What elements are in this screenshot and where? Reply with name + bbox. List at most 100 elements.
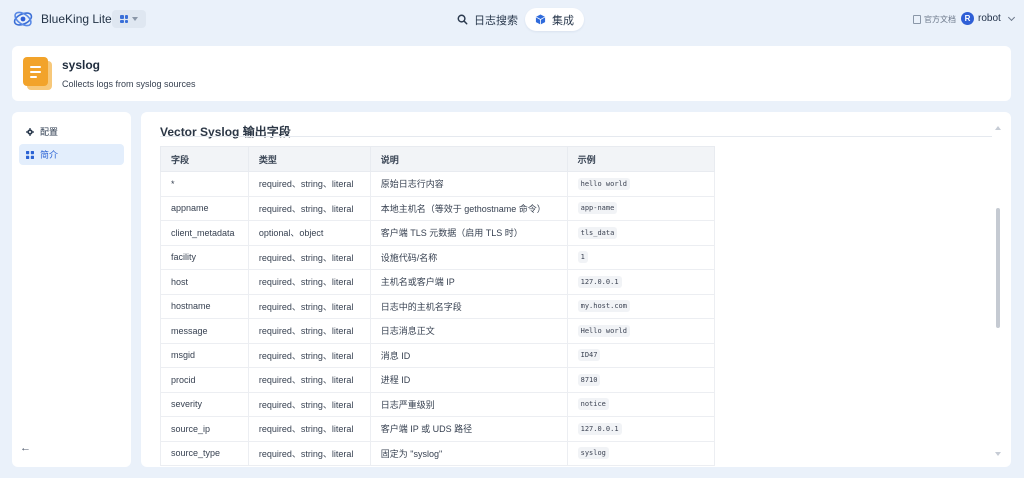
- description-cell: 日志严重级别: [369, 391, 568, 417]
- field-cell: hostname: [160, 293, 249, 319]
- type-cell: required、string、literal: [247, 269, 371, 295]
- scrollbar[interactable]: [994, 120, 1002, 460]
- example-cell: syslog: [566, 440, 716, 466]
- field-cell: appname: [160, 195, 249, 221]
- tab-integration[interactable]: 集成: [525, 8, 584, 31]
- example-cell: Hello world: [566, 318, 716, 344]
- sidebar-item-label: 配置: [40, 127, 59, 137]
- field-cell: source_ip: [160, 416, 249, 442]
- table-row: source_ip required、string、literal 客户端 IP 或…: [160, 416, 716, 442]
- brand[interactable]: BlueKing Lite: [12, 9, 112, 29]
- description-cell: 本地主机名（等效于 gethostname 命令）: [369, 195, 568, 221]
- example-cell: 127.0.0.1: [566, 416, 716, 442]
- scroll-up-icon[interactable]: [995, 126, 1001, 130]
- example-cell: app-name: [566, 195, 716, 221]
- type-cell: optional、object: [247, 220, 371, 246]
- sidebar-item-config[interactable]: 配置: [19, 121, 124, 142]
- syslog-plugin-icon: [23, 57, 52, 90]
- table-row: message required、string、literal 日志消息正文 Hell…: [160, 318, 716, 344]
- column-header-field: 字段: [160, 146, 249, 172]
- example-cell: 127.0.0.1: [566, 269, 716, 295]
- official-docs-label: 官方文档: [924, 15, 956, 24]
- type-cell: required、string、literal: [247, 342, 371, 368]
- example-code: 8710: [577, 373, 601, 386]
- description-cell: 主机名或客户端 IP: [369, 269, 568, 295]
- tab-log-search[interactable]: 日志搜索: [447, 8, 528, 31]
- table-row: * required、string、literal 原始日志行内容 hello wor…: [160, 171, 716, 197]
- example-cell: notice: [566, 391, 716, 417]
- chevron-down-icon: [132, 17, 138, 21]
- section-divider: [160, 136, 992, 137]
- table-row: facility required、string、literal 设施代码/名称 1: [160, 244, 716, 270]
- fields-table: 字段 类型 说明 示例 * required、string、literal 原始日志…: [160, 146, 716, 466]
- example-cell: tls_data: [566, 220, 716, 246]
- example-code: tls_data: [577, 226, 618, 239]
- description-cell: 日志消息正文: [369, 318, 568, 344]
- avatar: R: [961, 12, 974, 25]
- example-code: notice: [577, 398, 609, 411]
- table-body: * required、string、literal 原始日志行内容 hello wor…: [160, 171, 716, 466]
- example-code: 1: [577, 251, 588, 264]
- column-header-description: 说明: [369, 146, 568, 172]
- description-cell: 进程 ID: [369, 367, 568, 393]
- description-cell: 客户端 IP 或 UDS 路径: [369, 416, 568, 442]
- example-code: my.host.com: [577, 300, 630, 313]
- description-cell: 设施代码/名称: [369, 244, 568, 270]
- column-header-example: 示例: [566, 146, 716, 172]
- example-cell: my.host.com: [566, 293, 716, 319]
- user-menu[interactable]: R robot: [961, 12, 1015, 25]
- example-cell: hello world: [566, 171, 716, 197]
- gear-icon: [26, 127, 34, 136]
- grid-icon: [26, 150, 34, 159]
- example-cell: ID47: [566, 342, 716, 368]
- tab-log-search-label: 日志搜索: [474, 14, 518, 27]
- example-code: hello world: [577, 177, 630, 190]
- type-cell: required、string、literal: [247, 244, 371, 270]
- user-name: robot: [978, 13, 1001, 24]
- field-cell: host: [160, 269, 249, 295]
- description-cell: 消息 ID: [369, 342, 568, 368]
- main-content: Vector Syslog 输出字段 字段 类型 说明 示例 * required…: [141, 112, 1011, 467]
- table-row: client_metadata optional、object 客户端 TLS 元数…: [160, 220, 716, 246]
- field-cell: procid: [160, 367, 249, 393]
- type-cell: required、string、literal: [247, 318, 371, 344]
- collapse-sidebar-icon[interactable]: ←: [20, 442, 31, 454]
- chevron-down-icon: [1007, 13, 1015, 21]
- field-cell: client_metadata: [160, 220, 249, 246]
- type-cell: required、string、literal: [247, 440, 371, 466]
- description-cell: 客户端 TLS 元数据（启用 TLS 时）: [369, 220, 568, 246]
- example-code: 127.0.0.1: [577, 422, 622, 435]
- type-cell: required、string、literal: [247, 391, 371, 417]
- field-cell: source_type: [160, 440, 249, 466]
- table-row: msgid required、string、literal 消息 ID ID47: [160, 342, 716, 368]
- document-icon: [913, 15, 921, 24]
- scroll-down-icon[interactable]: [995, 452, 1001, 456]
- example-code: ID47: [577, 349, 601, 362]
- business-switcher[interactable]: [112, 10, 146, 28]
- plugin-description: Collects logs from syslog sources: [62, 79, 196, 89]
- top-bar: BlueKing Lite 日志搜索 集成 官方文档 R robot: [0, 0, 1024, 38]
- example-code: app-name: [577, 202, 618, 215]
- field-cell: message: [160, 318, 249, 344]
- sidebar: 配置 简介 ←: [12, 112, 131, 467]
- official-docs-link[interactable]: 官方文档: [913, 14, 956, 25]
- example-cell: 8710: [566, 367, 716, 393]
- sidebar-item-intro[interactable]: 简介: [19, 144, 124, 165]
- field-cell: msgid: [160, 342, 249, 368]
- example-code: 127.0.0.1: [577, 275, 622, 288]
- search-icon: [457, 14, 468, 25]
- plugin-header: syslog Collects logs from syslog sources: [12, 46, 1011, 101]
- table-header-row: 字段 类型 说明 示例: [160, 146, 716, 172]
- table-row: severity required、string、literal 日志严重级别 not…: [160, 391, 716, 417]
- blueking-logo-icon: [13, 11, 33, 27]
- tab-integration-label: 集成: [552, 14, 574, 27]
- scrollbar-thumb[interactable]: [996, 208, 1000, 328]
- example-code: syslog: [577, 447, 609, 460]
- table-row: procid required、string、literal 进程 ID 8710: [160, 367, 716, 393]
- table-row: source_type required、string、literal 固定为 "s…: [160, 440, 716, 466]
- type-cell: required、string、literal: [247, 195, 371, 221]
- table-row: host required、string、literal 主机名或客户端 IP 127…: [160, 269, 716, 295]
- type-cell: required、string、literal: [247, 367, 371, 393]
- app-name: BlueKing Lite: [41, 12, 112, 26]
- type-cell: required、string、literal: [247, 293, 371, 319]
